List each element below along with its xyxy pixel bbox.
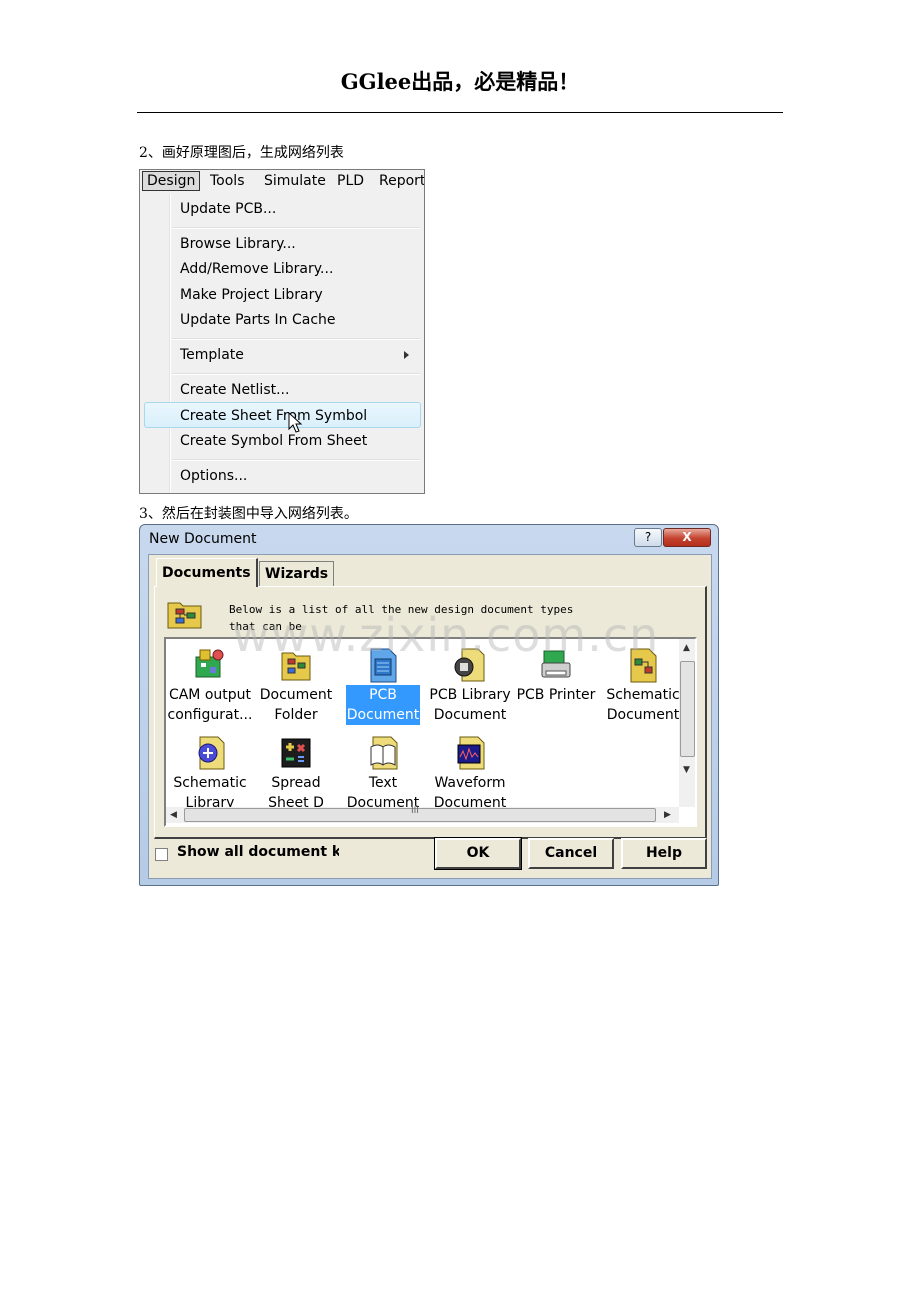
list-item-label: Document Folder: [259, 687, 333, 723]
scroll-right-icon[interactable]: ▶: [664, 810, 671, 820]
scroll-left-icon[interactable]: ◀: [170, 810, 177, 820]
list-item-label: PCB Printer: [516, 687, 596, 703]
dialog-client-area: Documents Wizards Below is a list of all…: [148, 554, 712, 879]
list-item[interactable]: Schematic Library: [166, 733, 254, 813]
list-item-label: Schematic Document: [606, 687, 680, 723]
step-2-text: 2、画好原理图后，生成网络列表: [139, 145, 344, 161]
list-item[interactable]: Waveform Document: [426, 733, 514, 813]
schematic-library-icon: [198, 736, 225, 770]
horizontal-scrollbar[interactable]: ◀ III ▶: [166, 806, 679, 823]
list-item-label: CAM output configurat...: [167, 687, 253, 723]
show-all-checkbox[interactable]: [155, 848, 168, 861]
list-item[interactable]: Spread Sheet D: [252, 733, 340, 813]
tab-documents[interactable]: Documents: [156, 558, 258, 587]
show-all-label: Show all document kinds: [177, 844, 339, 860]
page-header-title: GGlee出品，必是精品！: [340, 69, 580, 94]
cancel-button[interactable]: Cancel: [528, 838, 614, 869]
title-close-button[interactable]: X: [663, 528, 711, 547]
text-document-icon: [370, 736, 398, 770]
design-menu-screenshot: Design Tools Simulate PLD Report Update …: [139, 169, 425, 494]
menubar-report[interactable]: Report: [375, 172, 424, 190]
menu-separator: [172, 227, 420, 229]
spreadsheet-icon: [281, 738, 311, 768]
menubar-simulate[interactable]: Simulate: [260, 172, 330, 190]
menu-item-browse-library[interactable]: Browse Library...: [180, 233, 296, 255]
document-folder-icon: [167, 602, 202, 629]
menubar: Design Tools Simulate PLD Report: [140, 170, 424, 195]
ok-button[interactable]: OK: [434, 837, 522, 870]
scroll-up-icon[interactable]: ▲: [683, 643, 690, 653]
horizontal-scroll-thumb[interactable]: III: [184, 806, 656, 822]
dialog-title: New Document: [149, 531, 257, 547]
list-item-label: PCB Document: [345, 685, 421, 725]
list-item[interactable]: Text Document: [339, 733, 427, 813]
watermark: www.zixin.com.cn: [232, 608, 660, 662]
submenu-arrow-icon: [404, 351, 409, 359]
vertical-scrollbar[interactable]: ▲ ▼: [679, 639, 695, 807]
title-help-button[interactable]: ?: [634, 528, 662, 547]
vertical-scroll-thumb[interactable]: [680, 661, 695, 757]
menu-item-make-project-library[interactable]: Make Project Library: [180, 284, 323, 306]
menu-separator: [172, 338, 420, 340]
cam-output-icon: [195, 649, 224, 678]
help-button[interactable]: Help: [621, 838, 707, 869]
mouse-cursor-icon: [288, 412, 303, 433]
menubar-tools[interactable]: Tools: [206, 172, 249, 190]
menu-separator: [172, 373, 420, 375]
design-menu-dropdown: Update PCB... Browse Library... Add/Remo…: [140, 194, 424, 493]
menu-icon-gutter: [169, 194, 171, 493]
menu-item-update-pcb[interactable]: Update PCB...: [180, 198, 276, 220]
menu-item-create-sheet-from-symbol[interactable]: Create Sheet From Symbol: [180, 405, 367, 427]
menu-item-template[interactable]: Template: [180, 344, 244, 366]
new-document-dialog: New Document ? X Documents Wizards Below…: [139, 524, 719, 886]
header-rule: [137, 112, 783, 113]
menu-item-update-parts-in-cache[interactable]: Update Parts In Cache: [180, 309, 336, 331]
menu-item-add-remove-library[interactable]: Add/Remove Library...: [180, 258, 333, 280]
menu-item-options[interactable]: Options...: [180, 465, 247, 487]
waveform-document-icon: [457, 736, 485, 770]
scroll-down-icon[interactable]: ▼: [683, 765, 690, 775]
menubar-pld[interactable]: PLD: [333, 172, 368, 190]
scroll-grip: III: [411, 806, 419, 816]
menu-separator: [172, 459, 420, 461]
document-type-list[interactable]: CAM output configurat... Document Folder…: [164, 637, 697, 827]
menu-item-create-symbol-from-sheet[interactable]: Create Symbol From Sheet: [180, 430, 367, 452]
menu-item-create-netlist[interactable]: Create Netlist...: [180, 379, 289, 401]
menubar-design[interactable]: Design: [142, 171, 201, 191]
tab-wizards[interactable]: Wizards: [259, 561, 335, 586]
step-3-text: 3、然后在封装图中导入网络列表。: [139, 506, 358, 522]
list-item-label: PCB Library Document: [429, 687, 511, 723]
